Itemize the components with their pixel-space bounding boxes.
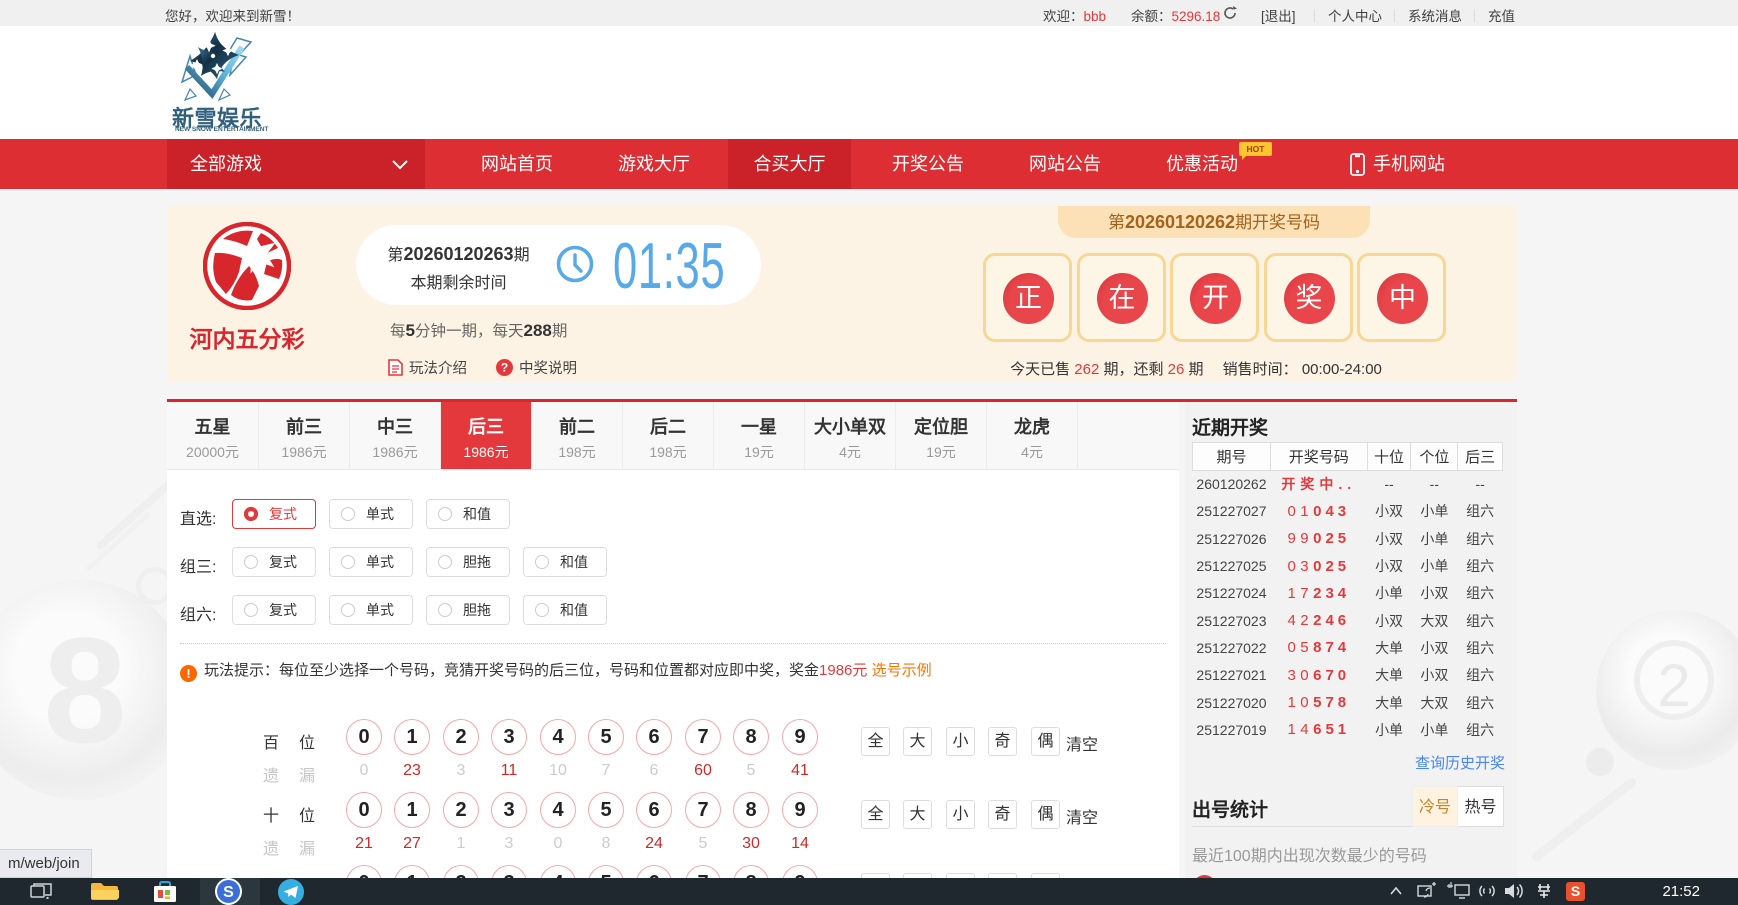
svg-text:S: S (223, 884, 234, 901)
svg-text:?: ? (501, 361, 508, 375)
